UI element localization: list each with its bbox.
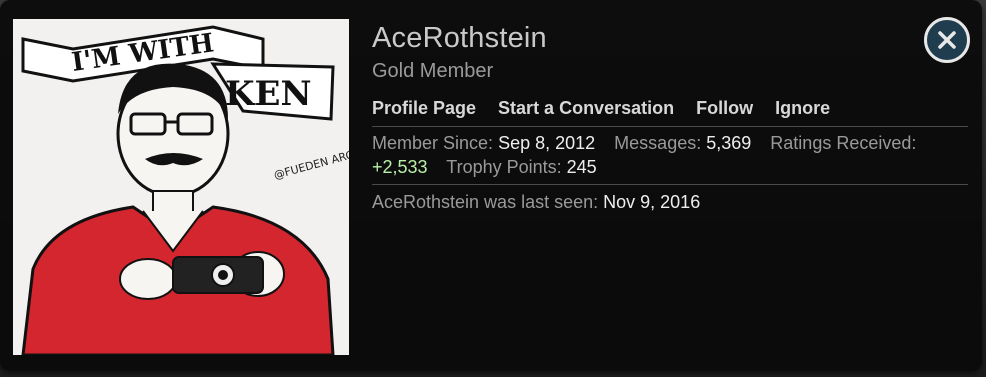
avatar-illustration-icon: I'M WITH KEN @FUEDEN ARCHIVE (13, 19, 349, 355)
username[interactable]: AceRothstein (372, 20, 968, 56)
member-links: Profile Page Start a Conversation Follow… (372, 97, 968, 127)
member-since-value: Sep 8, 2012 (498, 133, 596, 153)
messages-label: Messages: (614, 133, 702, 153)
user-title: Gold Member (372, 60, 494, 82)
close-button[interactable] (924, 17, 970, 63)
ignore-link[interactable]: Ignore (775, 97, 830, 119)
member-since-label: Member Since: (372, 133, 494, 153)
trophy-stat: Trophy Points: 245 (446, 157, 596, 177)
last-seen: AceRothstein was last seen: Nov 9, 2016 (372, 185, 968, 214)
member-info: AceRothstein Gold Member Profile Page St… (372, 20, 968, 214)
user-avatar[interactable]: I'M WITH KEN @FUEDEN ARCHIVE (13, 19, 349, 355)
messages-value[interactable]: 5,369 (706, 133, 751, 153)
profile-page-link[interactable]: Profile Page (372, 97, 476, 119)
member-card-overlay: I'M WITH KEN @FUEDEN ARCHIVE AceRothstei… (0, 0, 982, 371)
messages-stat: Messages: 5,369 (614, 133, 751, 153)
close-icon (938, 31, 956, 49)
ratings-label: Ratings Received: (770, 133, 917, 153)
member-since-stat: Member Since: Sep 8, 2012 (372, 133, 595, 153)
svg-text:KEN: KEN (225, 74, 312, 114)
last-seen-label: AceRothstein was last seen: (372, 192, 599, 212)
follow-link[interactable]: Follow (696, 97, 753, 119)
trophy-value[interactable]: 245 (567, 157, 597, 177)
ratings-value[interactable]: +2,533 (372, 157, 428, 177)
start-conversation-link[interactable]: Start a Conversation (498, 97, 674, 119)
trophy-label: Trophy Points: (446, 157, 562, 177)
last-seen-value: Nov 9, 2016 (603, 192, 701, 212)
member-stats: Member Since: Sep 8, 2012 Messages: 5,36… (372, 127, 968, 185)
